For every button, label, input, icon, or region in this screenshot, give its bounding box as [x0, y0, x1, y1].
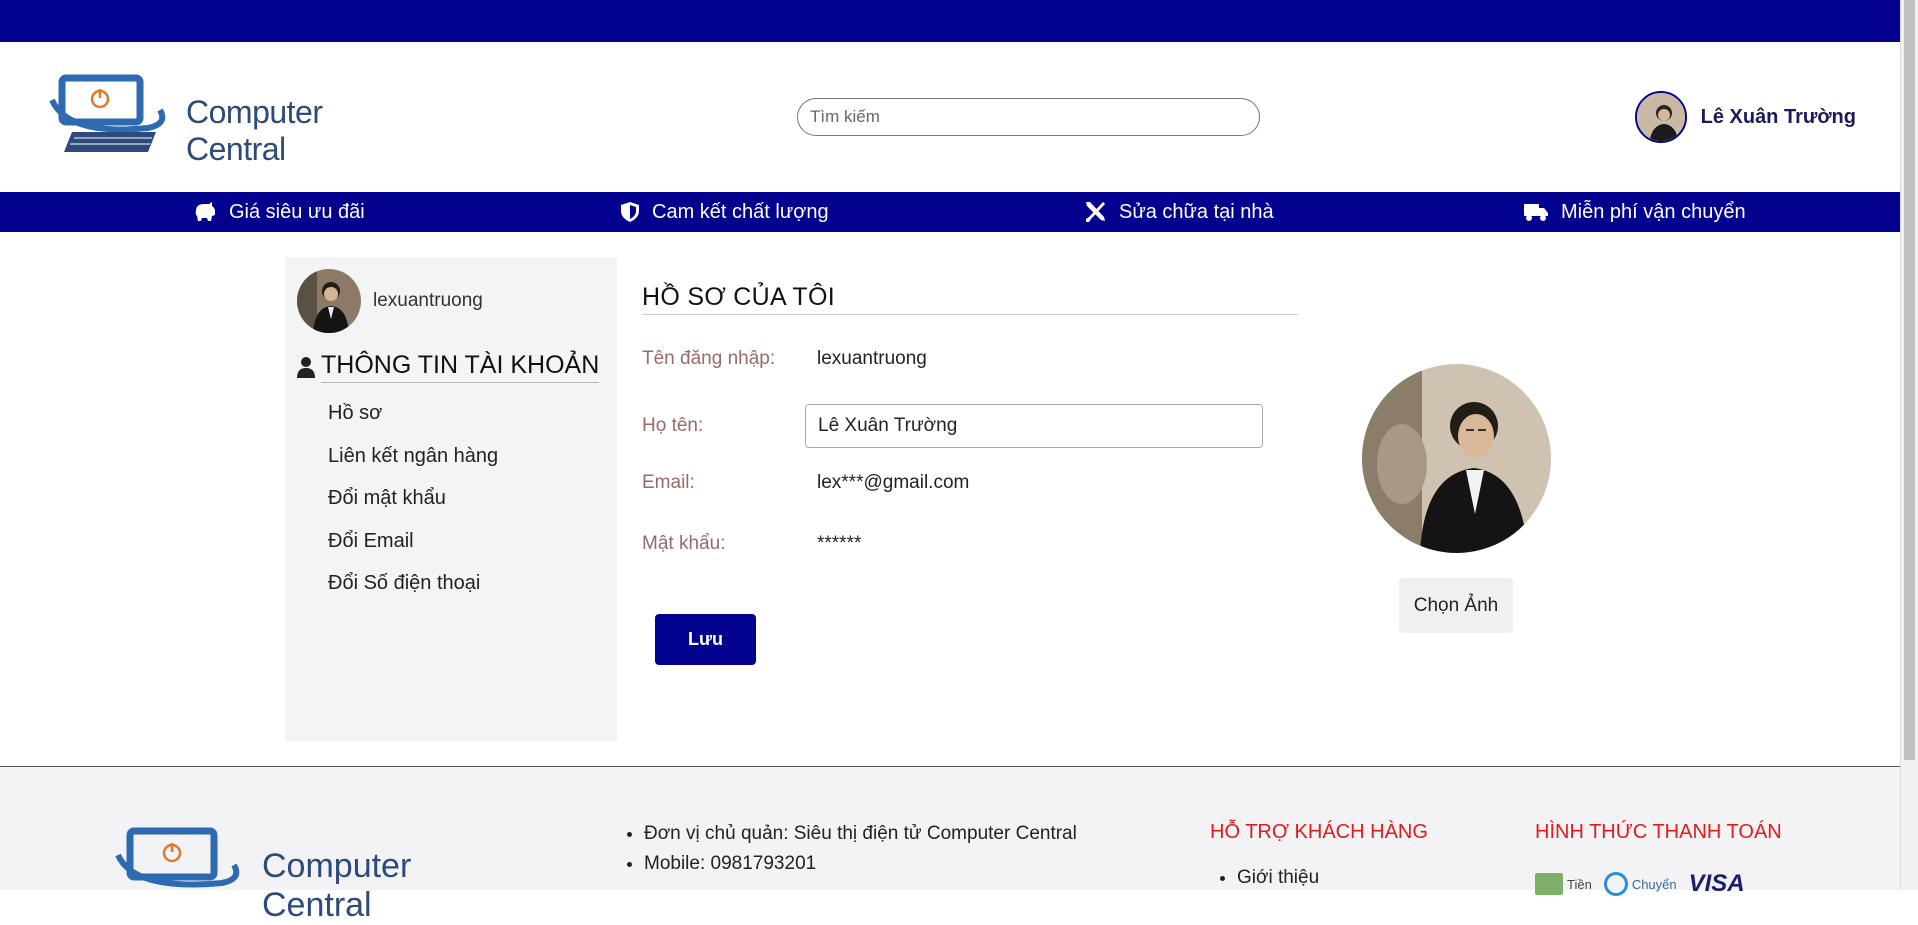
account-sidebar: lexuantruong THÔNG TIN TÀI KHOẢN Hồ sơ L… — [285, 257, 617, 741]
search-box[interactable] — [797, 98, 1260, 136]
user-photo-icon — [297, 269, 361, 333]
fullname-field[interactable] — [805, 404, 1263, 448]
sidebar-item-password[interactable]: Đổi mật khẩu — [328, 477, 498, 520]
payment-visa-label: VISA — [1688, 870, 1745, 897]
email-value: lex***@gmail.com — [817, 472, 970, 493]
page-title: HỒ SƠ CỦA TÔI — [642, 283, 1298, 315]
support-heading: HỖ TRỢ KHÁCH HÀNG — [1210, 821, 1428, 843]
support-item-about[interactable]: Giới thiệu — [1237, 867, 1319, 889]
account-info-heading: THÔNG TIN TÀI KHOẢN — [297, 351, 600, 383]
brand-name: Computer Central — [186, 94, 323, 167]
nav-label: Miễn phí vận chuyển — [1561, 200, 1746, 223]
save-button[interactable]: Lưu — [655, 614, 756, 665]
profile-photo — [1362, 364, 1551, 553]
scrollbar-thumb[interactable] — [1904, 0, 1915, 760]
footer-info-owner: Đơn vị chủ quản: Siêu thị điện tử Comput… — [644, 819, 1077, 849]
avatar — [297, 269, 361, 333]
nav-label: Sửa chữa tại nhà — [1119, 200, 1274, 223]
sidebar-item-profile[interactable]: Hồ sơ — [328, 392, 498, 435]
site-logo[interactable]: Computer Central — [48, 70, 408, 167]
username-row: Tên đăng nhập: lexuantruong — [642, 348, 927, 370]
fullname-row: Họ tên: — [642, 404, 1263, 448]
sidebar-item-bank[interactable]: Liên kết ngân hàng — [328, 435, 498, 478]
sidebar-item-phone[interactable]: Đổi Số điện thoại — [328, 562, 498, 605]
section-title: THÔNG TIN TÀI KHOẢN — [321, 351, 600, 383]
transfer-icon — [1603, 872, 1628, 896]
payment-heading: HÌNH THỨC THANH TOÁN — [1535, 821, 1782, 843]
fullname-label: Họ tên: — [642, 415, 704, 436]
computer-logo-icon — [49, 74, 166, 152]
shield-icon — [621, 202, 639, 222]
nav-label: Giá siêu ưu đãi — [229, 200, 365, 223]
email-row: Email: lex***@gmail.com — [642, 472, 969, 494]
cash-icon — [1535, 873, 1563, 895]
sidebar-menu: Hồ sơ Liên kết ngân hàng Đổi mật khẩu Đổ… — [328, 392, 498, 605]
header: Computer Central Lê Xuân Trường — [0, 42, 1900, 192]
footer-logo[interactable]: Computer Central — [112, 823, 492, 924]
username-value: lexuantruong — [817, 348, 927, 369]
password-label: Mật khẩu: — [642, 533, 726, 554]
footer-info: Đơn vị chủ quản: Siêu thị điện tử Comput… — [624, 819, 1077, 879]
payment-cash-label: Tiền — [1567, 876, 1592, 892]
nav-item-repair[interactable]: Sửa chữa tại nhà — [1083, 192, 1274, 232]
truck-icon — [1524, 204, 1548, 221]
user-icon — [297, 357, 315, 378]
page-scrollbar[interactable] — [1900, 0, 1918, 890]
nav-label: Cam kết chất lượng — [652, 200, 829, 223]
tools-icon — [1086, 202, 1105, 222]
sidebar-user: lexuantruong — [297, 269, 483, 333]
feature-bar: Giá siêu ưu đãi Cam kết chất lượng Sửa c… — [0, 192, 1900, 232]
nav-item-quality[interactable]: Cam kết chất lượng — [620, 192, 829, 232]
support-list: Giới thiệu — [1217, 867, 1319, 889]
user-name[interactable]: Lê Xuân Trường — [1701, 106, 1856, 129]
nav-item-shipping[interactable]: Miễn phí vận chuyển — [1523, 192, 1746, 232]
email-label: Email: — [642, 472, 695, 493]
password-row: Mật khẩu: ****** — [642, 533, 861, 555]
piggy-bank-icon — [195, 202, 215, 221]
sidebar-item-email[interactable]: Đổi Email — [328, 520, 498, 563]
avatar[interactable] — [1634, 91, 1687, 143]
payment-transfer-label: Chuyển — [1631, 876, 1677, 892]
computer-logo-icon — [115, 827, 240, 888]
sidebar-username: lexuantruong — [373, 290, 483, 311]
username-label: Tên đăng nhập: — [642, 348, 776, 369]
top-bar — [0, 0, 1900, 42]
payment-methods: Tiền Chuyển VISA — [1535, 869, 1745, 899]
password-value: ****** — [817, 533, 862, 554]
footer: Computer Central Đơn vị chủ quản: Siêu t… — [0, 766, 1900, 924]
user-menu[interactable]: Lê Xuân Trường — [1634, 91, 1856, 143]
choose-photo-button[interactable]: Chọn Ảnh — [1399, 578, 1513, 633]
footer-brand-name: Computer Central — [262, 847, 412, 924]
profile-photo-icon — [1362, 364, 1551, 553]
profile-panel: HỒ SƠ CỦA TÔI Tên đăng nhập: lexuantruon… — [642, 283, 1302, 665]
footer-info-mobile: Mobile: 0981793201 — [644, 849, 1077, 879]
search-input[interactable] — [810, 107, 1247, 127]
nav-item-price[interactable]: Giá siêu ưu đãi — [193, 192, 365, 232]
user-photo-icon — [1636, 93, 1685, 141]
